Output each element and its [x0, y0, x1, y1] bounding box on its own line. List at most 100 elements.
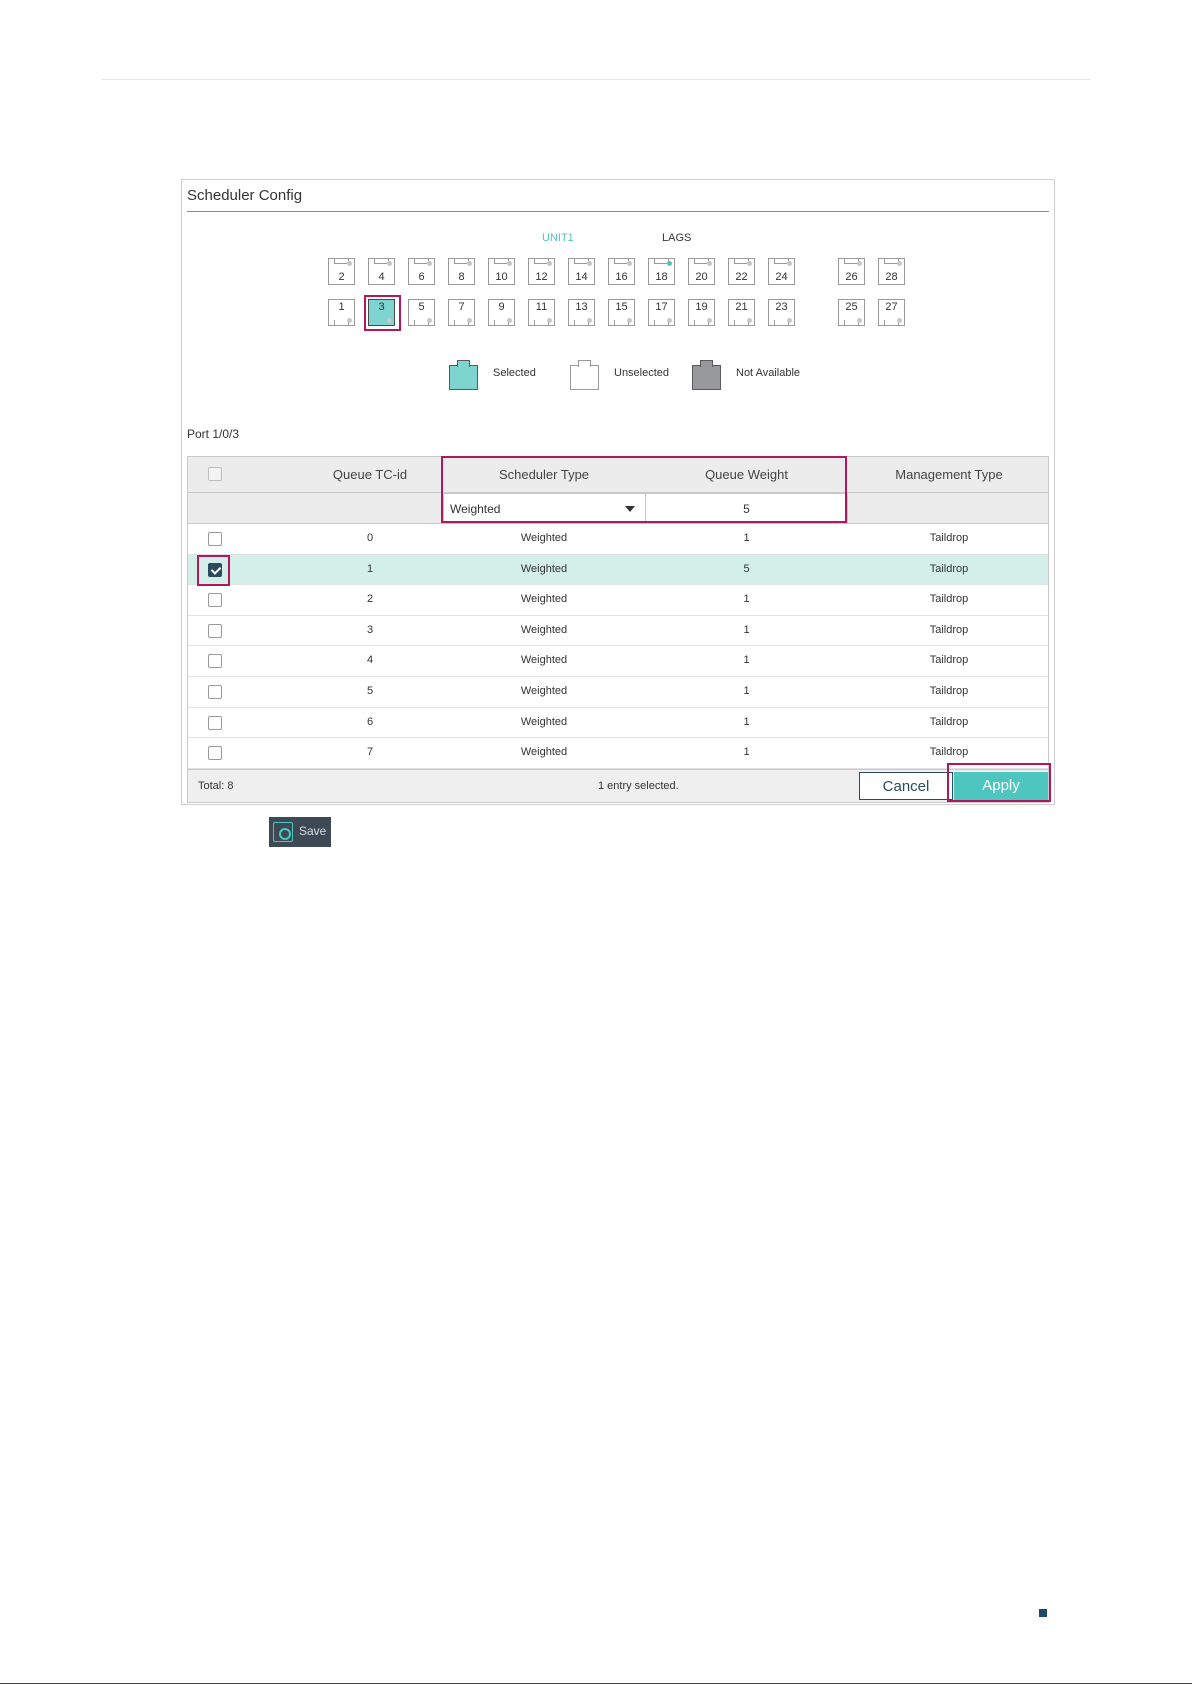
- port-number: 27: [885, 301, 898, 313]
- port-number: 25: [845, 301, 858, 313]
- table-row[interactable]: 7 Weighted 1 Taildrop: [188, 738, 1048, 769]
- cell-scheduler-type: Weighted: [520, 715, 568, 728]
- table-footer: Total: 8 1 entry selected. Cancel Apply: [188, 768, 1048, 802]
- port-25[interactable]: 25: [838, 299, 865, 326]
- table-row[interactable]: 2 Weighted 1 Taildrop: [188, 585, 1048, 616]
- port-14[interactable]: 14: [568, 258, 595, 285]
- port-number: 8: [458, 271, 465, 283]
- cancel-button[interactable]: Cancel: [859, 771, 953, 800]
- scheduler-config-panel: Scheduler Config UNIT1 LAGS 2 4 6 8 10 12 14 16…: [181, 179, 1055, 805]
- table-row[interactable]: 3 Weighted 1 Taildrop: [188, 616, 1048, 647]
- select-all-checkbox[interactable]: [208, 467, 222, 481]
- cell-scheduler-type: Weighted: [520, 746, 568, 759]
- port-4[interactable]: 4: [368, 258, 395, 285]
- row-checkbox[interactable]: [208, 746, 222, 761]
- port-led-icon: [587, 318, 592, 323]
- port-20[interactable]: 20: [688, 258, 715, 285]
- tab-lags[interactable]: LAGS: [662, 232, 691, 244]
- port-led-icon: [627, 261, 632, 266]
- port-19[interactable]: 19: [688, 299, 715, 326]
- cell-management-type: Taildrop: [929, 746, 969, 759]
- total-count: Total: 8: [198, 779, 234, 792]
- port-28[interactable]: 28: [878, 258, 905, 285]
- row-checkbox[interactable]: [208, 654, 222, 669]
- port-label: Port 1/0/3: [187, 427, 240, 441]
- port-led-icon: [347, 261, 352, 266]
- port-led-icon: [467, 318, 472, 323]
- row-checkbox[interactable]: [208, 715, 222, 730]
- port-led-icon: [507, 318, 512, 323]
- table-row[interactable]: 1 Weighted 5 Taildrop: [188, 554, 1048, 586]
- port-21[interactable]: 21: [728, 299, 755, 326]
- port-led-icon: [897, 318, 902, 323]
- row-checkbox[interactable]: [208, 593, 222, 608]
- tab-unit1[interactable]: UNIT1: [542, 232, 574, 244]
- header-rule: [102, 79, 1090, 80]
- row-checkbox[interactable]: [208, 684, 222, 699]
- port-led-icon: [387, 261, 392, 266]
- port-5[interactable]: 5: [408, 299, 435, 326]
- cell-queue-weight: 1: [743, 684, 750, 697]
- row-checkbox[interactable]: [208, 562, 222, 577]
- port-6[interactable]: 6: [408, 258, 435, 285]
- table-row[interactable]: 6 Weighted 1 Taildrop: [188, 708, 1048, 739]
- port-number: 14: [575, 271, 588, 283]
- row-checkbox[interactable]: [208, 532, 222, 546]
- port-number: 16: [615, 271, 628, 283]
- port-12[interactable]: 12: [528, 258, 555, 285]
- port-led-icon: [747, 261, 752, 266]
- save-button[interactable]: Save: [269, 817, 331, 847]
- port-led-icon: [547, 261, 552, 266]
- port-23[interactable]: 23: [768, 299, 795, 326]
- cell-scheduler-type: Weighted: [520, 562, 568, 575]
- legend-selected-label: Selected: [493, 367, 536, 379]
- port-22[interactable]: 22: [728, 258, 755, 285]
- scheduler-type-select[interactable]: Weighted: [443, 493, 646, 524]
- apply-button[interactable]: Apply: [954, 771, 1048, 800]
- port-number: 1: [338, 301, 345, 313]
- cell-management-type: Taildrop: [929, 562, 969, 575]
- cell-queue-weight: 1: [743, 654, 750, 667]
- queue-weight-input[interactable]: 5: [645, 493, 848, 524]
- table-row[interactable]: 5 Weighted 1 Taildrop: [188, 677, 1048, 708]
- port-number: 24: [775, 271, 788, 283]
- port-26[interactable]: 26: [838, 258, 865, 285]
- port-1[interactable]: 1: [328, 299, 355, 326]
- port-8[interactable]: 8: [448, 258, 475, 285]
- port-27[interactable]: 27: [878, 299, 905, 326]
- port-17[interactable]: 17: [648, 299, 675, 326]
- port-number: 12: [535, 271, 548, 283]
- cell-queue-weight: 1: [743, 532, 750, 544]
- port-led-icon: [667, 261, 672, 266]
- table-row[interactable]: 4 Weighted 1 Taildrop: [188, 646, 1048, 677]
- table-header: Queue TC-id Scheduler Type Queue Weight …: [188, 457, 1048, 493]
- port-15[interactable]: 15: [608, 299, 635, 326]
- legend-unselected-icon: [570, 360, 599, 390]
- port-10[interactable]: 10: [488, 258, 515, 285]
- cell-scheduler-type: Weighted: [520, 654, 568, 667]
- port-led-icon: [667, 318, 672, 323]
- port-number: 18: [655, 271, 668, 283]
- cell-queue-weight: 1: [743, 623, 750, 636]
- table-row[interactable]: 0 Weighted 1 Taildrop: [188, 524, 1048, 555]
- panel-title: Scheduler Config: [187, 187, 303, 204]
- port-2[interactable]: 2: [328, 258, 355, 285]
- port-number: 13: [575, 301, 588, 313]
- cell-management-type: Taildrop: [929, 684, 969, 697]
- port-24[interactable]: 24: [768, 258, 795, 285]
- cell-scheduler-type: Weighted: [520, 532, 568, 544]
- port-18[interactable]: 18: [648, 258, 675, 285]
- port-led-icon: [787, 261, 792, 266]
- port-13[interactable]: 13: [568, 299, 595, 326]
- port-16[interactable]: 16: [608, 258, 635, 285]
- table-body: 0 Weighted 1 Taildrop 1 Weighted 5 Taildrop 2 Wei…: [188, 524, 1048, 769]
- cell-management-type: Taildrop: [929, 593, 969, 606]
- port-11[interactable]: 11: [528, 299, 555, 326]
- port-3[interactable]: 3: [368, 299, 395, 326]
- header-scheduler-type: Scheduler Type: [498, 467, 590, 482]
- port-9[interactable]: 9: [488, 299, 515, 326]
- row-checkbox[interactable]: [208, 623, 222, 638]
- port-number: 10: [495, 271, 508, 283]
- port-7[interactable]: 7: [448, 299, 475, 326]
- port-number: 19: [695, 301, 708, 313]
